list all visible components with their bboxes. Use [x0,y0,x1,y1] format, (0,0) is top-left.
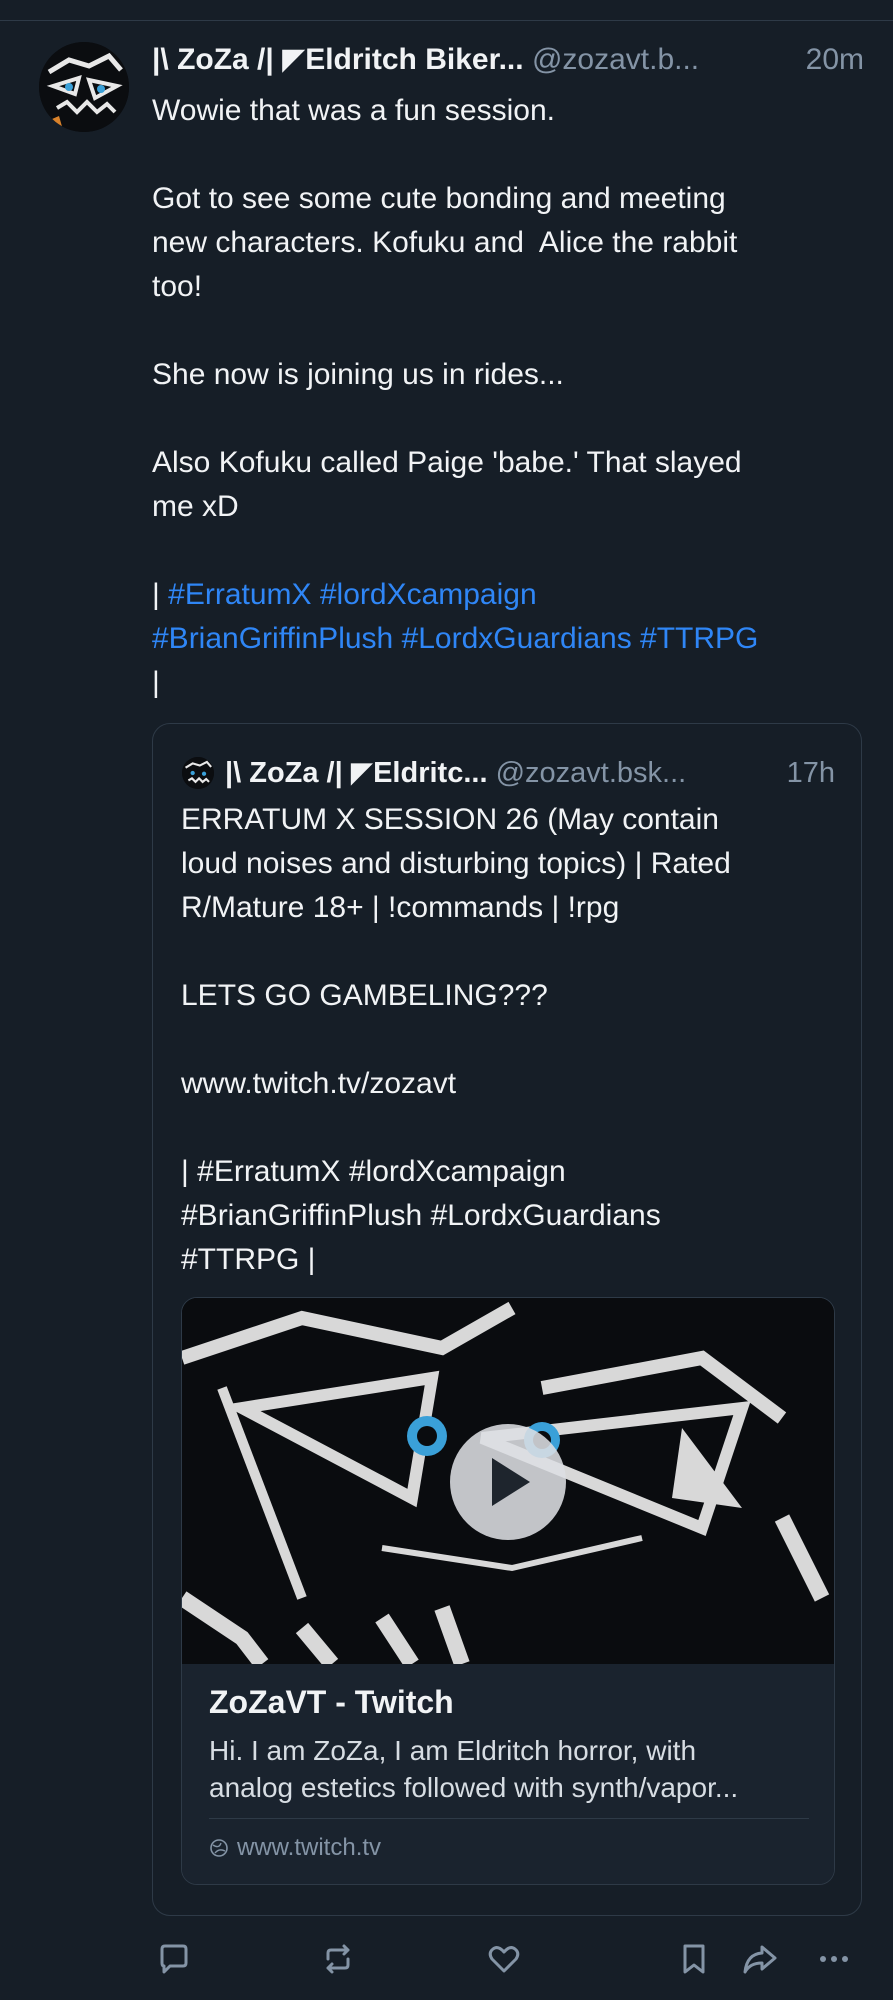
reply-button[interactable] [152,1937,196,1981]
post-timestamp[interactable]: 20m [806,38,864,82]
like-button[interactable] [482,1937,526,1981]
text-line: Wowie that was a fun session. [152,94,555,127]
quoted-avatar-image [182,757,214,789]
quoted-avatar[interactable] [182,757,214,789]
reply-icon [160,1944,188,1974]
hashtag-links[interactable]: #BrianGriffinPlush #LordxGuardians #TTRP… [152,617,864,661]
text-line: She now is joining us in rides... [152,358,564,391]
text-line: Also Kofuku called Paige 'babe.' That sl… [152,446,742,479]
share-button[interactable] [738,1937,782,1981]
more-options-button[interactable] [812,1937,856,1981]
quoted-handle[interactable]: @zozavt.bsk... [496,757,687,789]
embed-thumbnail[interactable] [182,1298,834,1664]
text-line: Got to see some cute bonding and meeting [152,182,726,215]
more-icon [820,1956,848,1962]
text-line: too! [152,270,203,303]
tags-line: | #ErratumX #lordXcampaign [152,573,864,617]
quoted-header: |\ ZoZa /| ◤Eldritc... @zozavt.bsk... 17… [225,752,835,794]
link-embed-card[interactable]: ZoZaVT - Twitch Hi. I am ZoZa, I am Eldr… [181,1297,835,1885]
quoted-post[interactable]: |\ ZoZa /| ◤Eldritc... @zozavt.bsk... 17… [152,723,862,1916]
quoted-timestamp[interactable]: 17h [787,752,835,794]
post-actions [152,1937,864,1981]
text-line: ​ [152,529,864,573]
globe-icon [210,1839,228,1857]
tags-prefix: | [152,578,169,611]
author-display-name[interactable]: |\ ZoZa /| ◤Eldritch Biker... [152,43,524,76]
repost-button[interactable] [316,1937,360,1981]
repost-icon [326,1944,350,1974]
embed-description-line: Hi. I am ZoZa, I am Eldritch horror, wit… [209,1735,697,1766]
author-handle[interactable]: @zozavt.b... [532,43,699,76]
embed-description: Hi. I am ZoZa, I am Eldritch horror, wit… [209,1732,809,1806]
play-icon [492,1458,530,1506]
embed-divider [209,1818,809,1819]
embed-domain: www.twitch.tv [237,1834,382,1861]
avatar[interactable] [39,42,129,132]
post[interactable]: |\ ZoZa /| ◤Eldritch Biker... @zozavt.b.… [0,0,893,2000]
embed-description-line: analog estetics followed with synth/vapo… [209,1772,739,1803]
play-button[interactable] [450,1424,566,1540]
text-line: me xD [152,490,239,523]
share-icon [743,1945,777,1974]
text-line: new characters. Kofuku and Alice the rab… [152,226,738,259]
bookmark-button[interactable] [672,1937,716,1981]
quoted-text: ERRATUM X SESSION 26 (May contain loud n… [181,803,731,1276]
avatar-image [39,42,129,132]
post-header: |\ ZoZa /| ◤Eldritch Biker... @zozavt.b.… [152,38,864,82]
like-icon [488,1946,520,1973]
text-line: ​ [152,309,864,353]
bookmark-icon [683,1944,705,1974]
quoted-display-name[interactable]: |\ ZoZa /| ◤Eldritc... [225,757,488,789]
embed-title: ZoZaVT - Twitch [209,1684,454,1720]
post-text: Wowie that was a fun session. ​ Got to see… [152,89,864,705]
text-line: ​ [152,133,864,177]
tags-suffix: | [152,666,160,699]
hashtag-links[interactable]: #ErratumX #lordXcampaign [168,578,537,611]
embed-domain-row: www.twitch.tv [209,1830,381,1866]
embed-info[interactable]: ZoZaVT - Twitch Hi. I am ZoZa, I am Eldr… [182,1664,834,1884]
text-line: ​ [152,397,864,441]
